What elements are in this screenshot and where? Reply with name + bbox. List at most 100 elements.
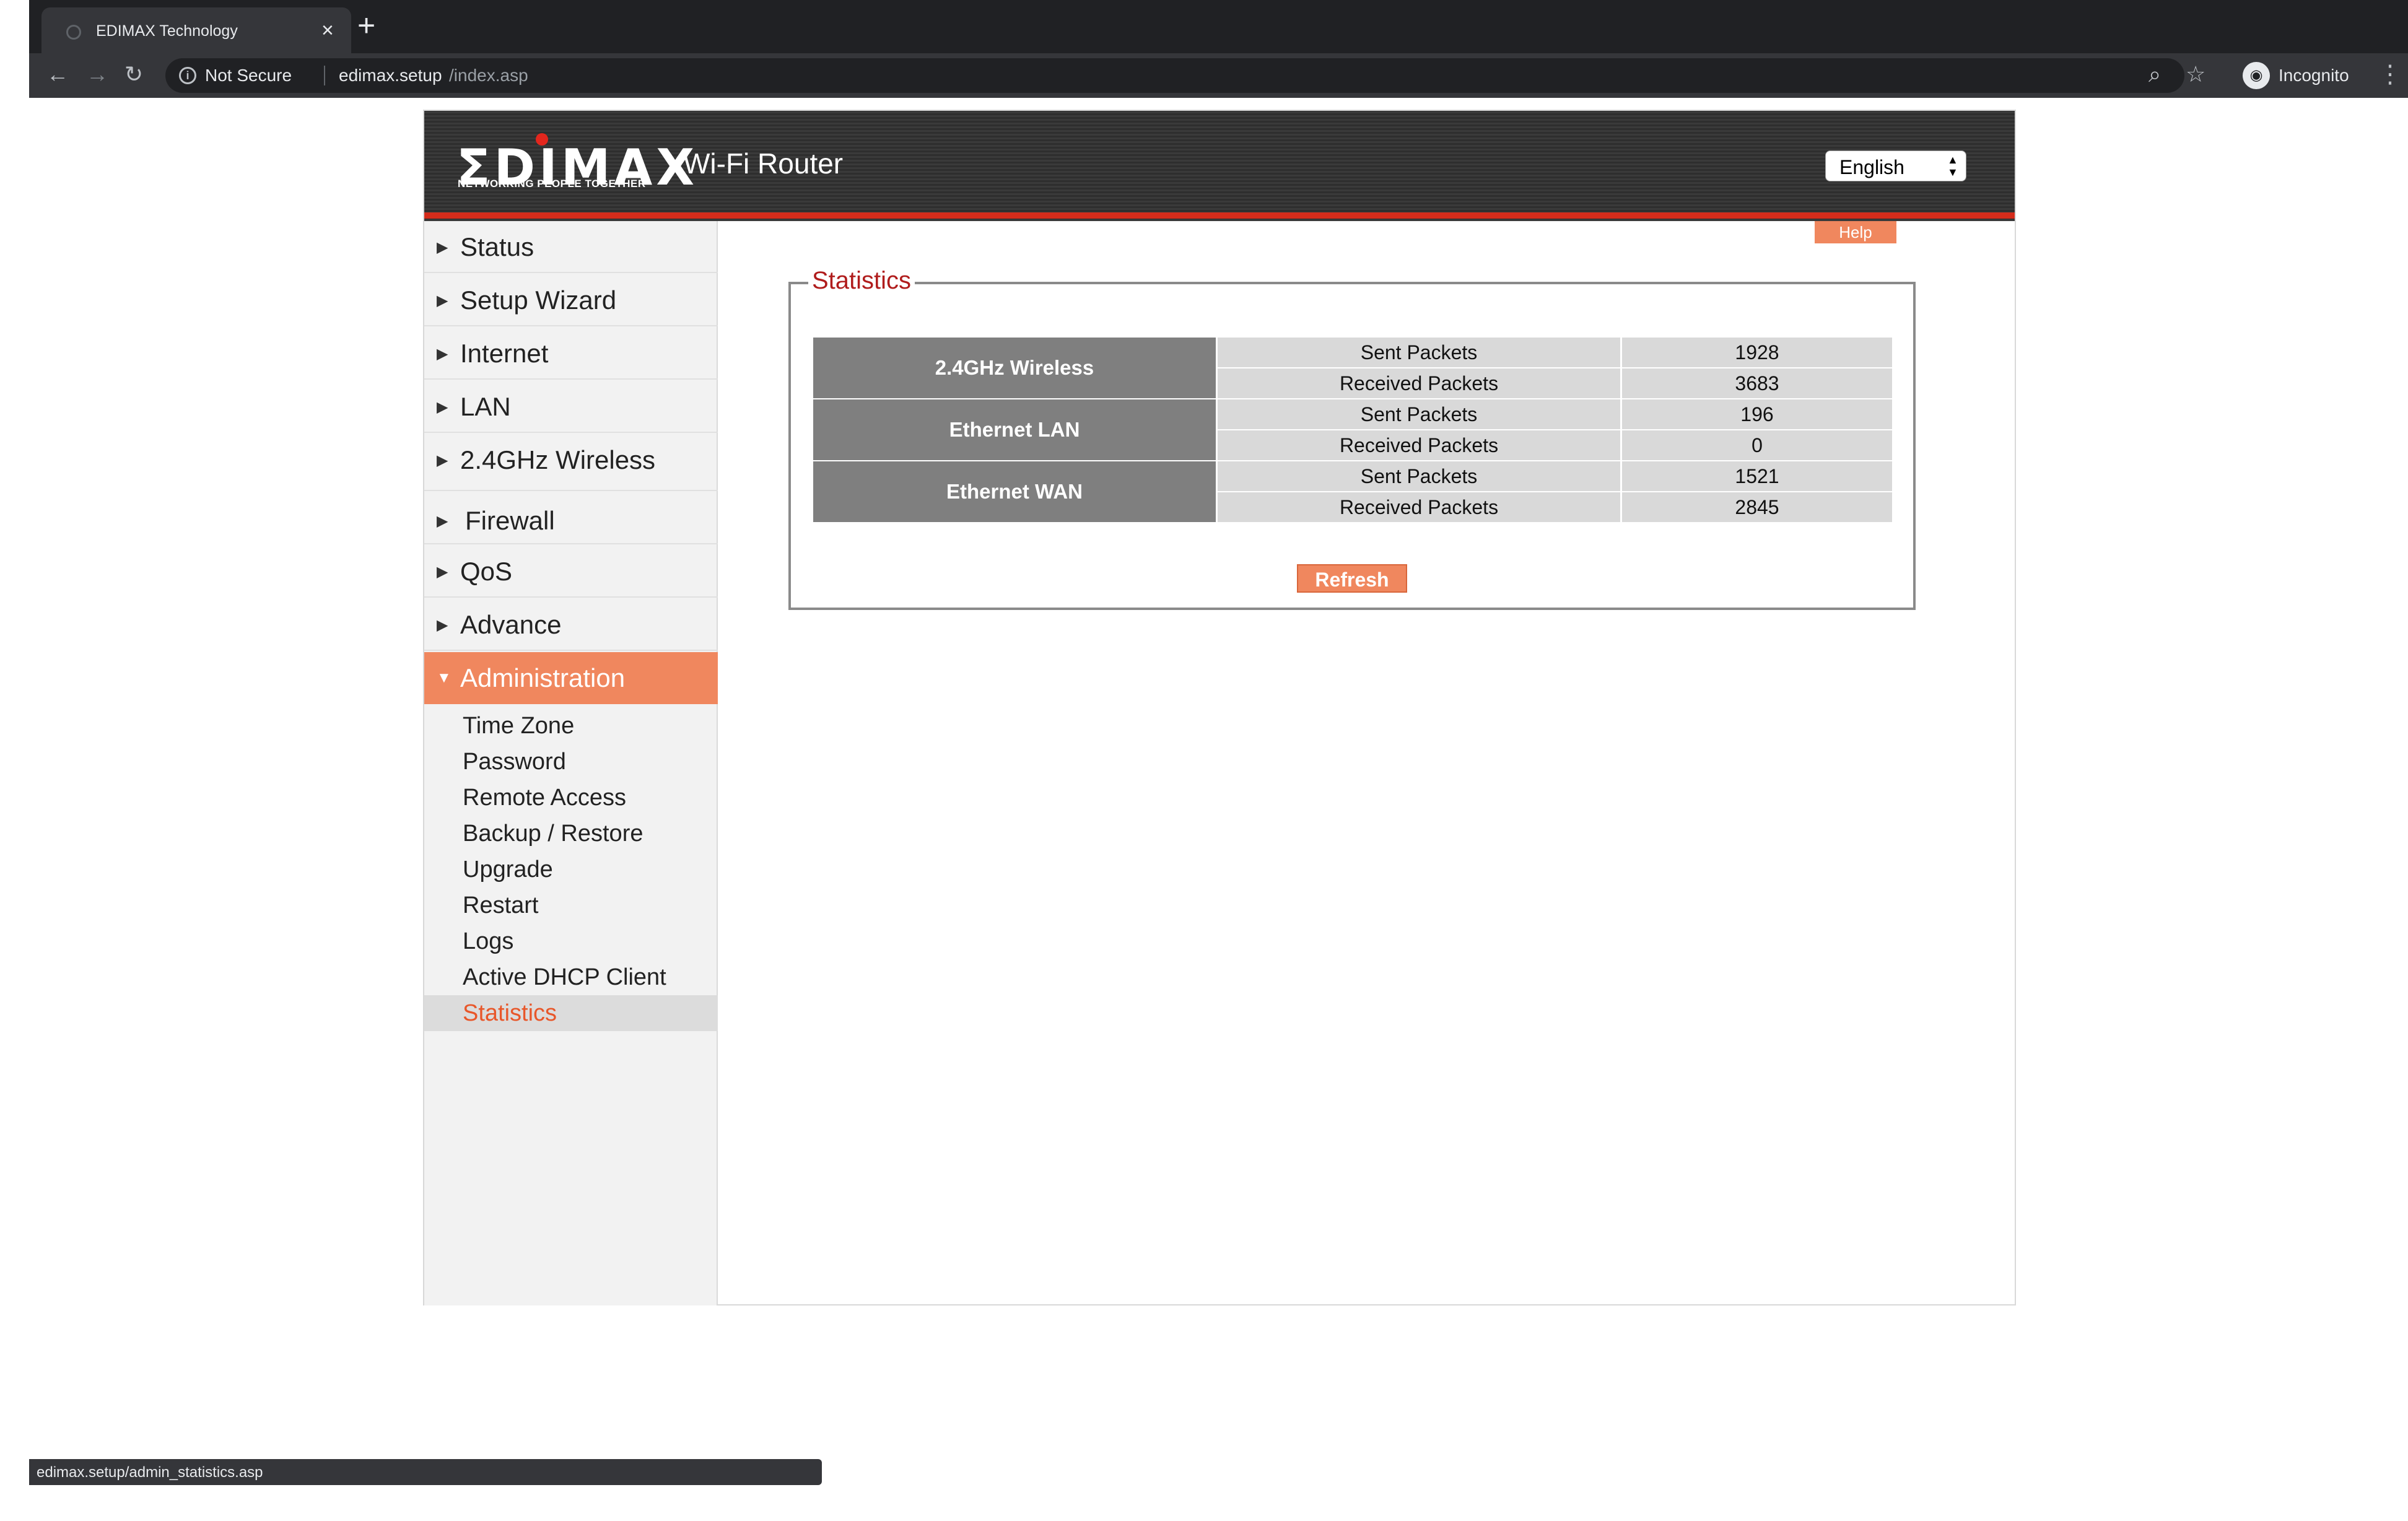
subnav-label: Active DHCP Client <box>463 964 666 990</box>
sidebar-item-label: LAN <box>460 392 511 421</box>
sidebar-item-internet[interactable]: ▶ Internet <box>424 328 718 380</box>
metric-label-cell: Received Packets <box>1218 430 1620 460</box>
metric-label-cell: Received Packets <box>1218 492 1620 522</box>
sidebar-item-advance[interactable]: ▶ Advance <box>424 599 718 651</box>
incognito-label[interactable]: Incognito <box>2279 66 2349 85</box>
subnav-label: Logs <box>463 928 514 954</box>
language-value: English <box>1839 156 1904 178</box>
sidebar-nav: ▶ Status ▶ Setup Wizard ▶ Internet ▶ LAN… <box>424 221 718 1305</box>
product-title: Wi-Fi Router <box>683 147 844 180</box>
triangle-right-icon: ▶ <box>437 292 448 309</box>
sidebar-item-administration[interactable]: ▼ Administration <box>424 652 718 704</box>
status-url: edimax.setup/admin_statistics.asp <box>37 1464 263 1481</box>
metric-label-cell: Sent Packets <box>1218 399 1620 429</box>
bookmark-star-icon[interactable]: ☆ <box>2186 62 2205 87</box>
triangle-right-icon: ▶ <box>437 513 448 530</box>
sidebar-item-label: Firewall <box>465 506 555 535</box>
refresh-button[interactable]: Refresh <box>1297 564 1407 593</box>
table-row: Ethernet LAN Sent Packets 196 <box>813 399 1892 460</box>
section-title: Statistics <box>808 267 915 295</box>
sidebar-item-status[interactable]: ▶ Status <box>424 221 718 273</box>
sidebar-item-label: Setup Wizard <box>460 285 617 315</box>
language-select[interactable]: English ▲ ▼ <box>1825 150 1966 181</box>
tab-favicon-icon <box>66 25 81 40</box>
logo-dot-icon <box>536 133 548 146</box>
value-cell: 196 <box>1622 399 1892 429</box>
sidebar-item-setup-wizard[interactable]: ▶ Setup Wizard <box>424 274 718 326</box>
triangle-right-icon: ▶ <box>437 564 448 580</box>
router-admin-page: ΣDIMAX NETWORKING PEOPLE TOGETHER Wi-Fi … <box>423 110 2016 1305</box>
interface-cell: Ethernet WAN <box>813 461 1216 522</box>
browser-toolbar: ← → ↻ i Not Secure edimax.setup /index.a… <box>29 53 2408 98</box>
incognito-icon[interactable]: ◉ <box>2243 62 2270 89</box>
back-arrow-icon[interactable]: ← <box>46 62 69 87</box>
value-cell: 2845 <box>1622 492 1892 522</box>
triangle-right-icon: ▶ <box>437 399 448 416</box>
new-tab-button[interactable]: + <box>357 10 375 41</box>
triangle-right-icon: ▶ <box>437 617 448 634</box>
sidebar-item-qos[interactable]: ▶ QoS <box>424 546 718 598</box>
browser-tab[interactable]: EDIMAX Technology × <box>41 7 351 53</box>
subnav-label: Time Zone <box>463 713 575 739</box>
sidebar-item-label: Advance <box>460 610 562 639</box>
subnav-logs[interactable]: Logs <box>424 923 718 959</box>
subnav-backup-restore[interactable]: Backup / Restore <box>424 816 718 852</box>
metric-label-cell: Sent Packets <box>1218 461 1620 491</box>
subnav-time-zone[interactable]: Time Zone <box>424 708 718 744</box>
subnav-label: Upgrade <box>463 856 553 883</box>
table-row: 2.4GHz Wireless Sent Packets 1928 <box>813 338 1892 398</box>
subnav-label: Password <box>463 749 566 775</box>
tab-close-icon[interactable]: × <box>321 19 334 43</box>
logo-tagline: NETWORKING PEOPLE TOGETHER <box>458 178 646 190</box>
value-cell: 1521 <box>1622 461 1892 491</box>
triangle-down-icon: ▼ <box>437 669 452 686</box>
sidebar-item-wireless[interactable]: ▶ 2.4GHz Wireless <box>424 434 718 491</box>
subnav-restart[interactable]: Restart <box>424 887 718 923</box>
metric-label-cell: Sent Packets <box>1218 338 1620 367</box>
sidebar-item-lan[interactable]: ▶ LAN <box>424 381 718 433</box>
subnav-label: Remote Access <box>463 785 626 811</box>
subnav-upgrade[interactable]: Upgrade <box>424 852 718 887</box>
router-header: ΣDIMAX NETWORKING PEOPLE TOGETHER Wi-Fi … <box>424 111 2015 221</box>
zoom-icon[interactable]: ⌕ <box>2148 62 2161 87</box>
table-row: Ethernet WAN Sent Packets 1521 <box>813 461 1892 522</box>
triangle-right-icon: ▶ <box>437 452 448 469</box>
value-cell: 0 <box>1622 430 1892 460</box>
forward-arrow-icon[interactable]: → <box>86 62 108 87</box>
url-path: /index.asp <box>449 66 528 85</box>
subnav-label: Restart <box>463 892 539 918</box>
interface-cell: Ethernet LAN <box>813 399 1216 460</box>
sidebar-item-label: Status <box>460 232 534 261</box>
subnav-password[interactable]: Password <box>424 744 718 780</box>
value-cell: 1928 <box>1622 338 1892 367</box>
subnav-active-dhcp-client[interactable]: Active DHCP Client <box>424 959 718 995</box>
statistics-table: 2.4GHz Wireless Sent Packets 1928 Receiv… <box>811 336 1894 523</box>
subnav-statistics[interactable]: Statistics <box>424 995 718 1031</box>
reload-icon[interactable]: ↻ <box>124 62 143 87</box>
subnav-remote-access[interactable]: Remote Access <box>424 780 718 816</box>
info-icon[interactable]: i <box>179 67 196 84</box>
interface-cell: 2.4GHz Wireless <box>813 338 1216 398</box>
url-host: edimax.setup <box>339 66 442 85</box>
triangle-right-icon: ▶ <box>437 346 448 362</box>
sidebar-item-label: QoS <box>460 557 513 586</box>
browser-window-chrome: EDIMAX Technology × + ← → ↻ i Not Secure… <box>29 0 2408 98</box>
metric-label-cell: Received Packets <box>1218 368 1620 398</box>
browser-menu-icon[interactable]: ⋮ <box>2378 62 2402 87</box>
header-red-stripe <box>424 212 2015 219</box>
subnav-label: Backup / Restore <box>463 821 643 847</box>
not-secure-label: Not Secure <box>205 66 292 85</box>
select-arrows-icon: ▲ ▼ <box>1947 154 1958 178</box>
subnav-label: Statistics <box>463 1000 557 1026</box>
help-button[interactable]: Help <box>1815 221 1896 243</box>
address-bar-separator <box>324 66 325 85</box>
sidebar-item-firewall[interactable]: ▶ Firewall <box>424 492 718 544</box>
tab-title: EDIMAX Technology <box>96 22 238 40</box>
value-cell: 3683 <box>1622 368 1892 398</box>
sidebar-item-label: 2.4GHz Wireless <box>460 445 656 474</box>
sidebar-item-label: Internet <box>460 339 549 368</box>
status-bubble: edimax.setup/admin_statistics.asp <box>29 1459 822 1485</box>
sidebar-item-label: Administration <box>460 663 626 692</box>
triangle-right-icon: ▶ <box>437 239 448 256</box>
address-bar[interactable]: i Not Secure edimax.setup /index.asp <box>165 58 2184 93</box>
